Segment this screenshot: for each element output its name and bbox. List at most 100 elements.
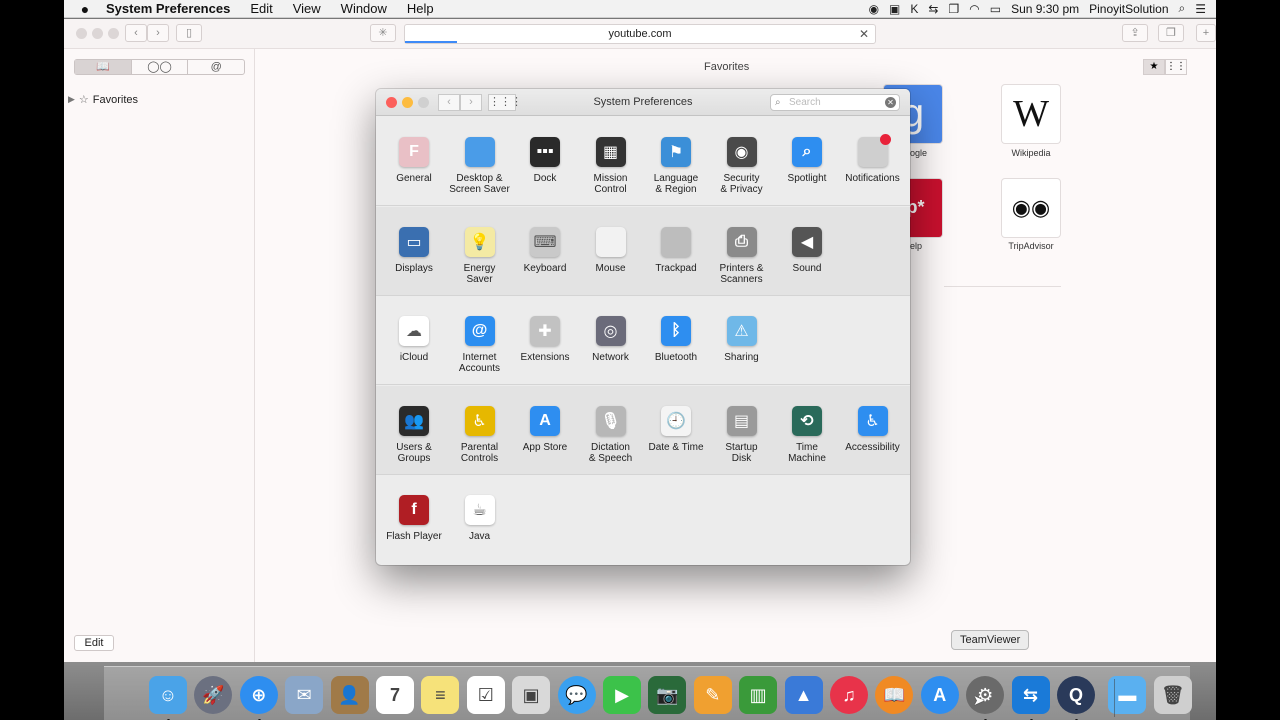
pref-pane-label: Bluetooth: [654, 352, 698, 364]
pref-pane-users-groups[interactable]: 👥 Users & Groups: [381, 386, 447, 464]
pages-icon[interactable]: ✎: [693, 676, 732, 714]
favorites-star-icon[interactable]: ★: [1143, 59, 1165, 75]
shared-links-tab-icon[interactable]: @: [188, 60, 244, 74]
zoom-window-button[interactable]: [108, 28, 119, 39]
menu-clock[interactable]: Sun 9:30 pm: [1011, 2, 1079, 16]
pref-pane-app-store[interactable]: A App Store: [512, 386, 578, 453]
apple-menu-icon[interactable]: ●: [64, 1, 106, 17]
tabs-button[interactable]: ❐: [1158, 24, 1184, 42]
itunes-icon[interactable]: ♫: [830, 676, 868, 714]
pref-pane-dictation-speech[interactable]: 🎙 Dictation & Speech: [578, 386, 644, 464]
menu-view[interactable]: View: [283, 1, 331, 16]
pref-pane-accessibility[interactable]: ♿ Accessibility: [840, 386, 906, 453]
finder-icon[interactable]: ☺: [149, 676, 187, 714]
pref-pane-desktop-screen-saver[interactable]: Desktop & Screen Saver: [447, 117, 513, 195]
back-button[interactable]: ‹: [125, 24, 147, 42]
calendar-icon[interactable]: 7: [376, 676, 414, 714]
launchpad-icon[interactable]: 🚀: [194, 676, 233, 714]
pref-pane-sound[interactable]: ◀ Sound: [774, 207, 840, 274]
pref-pane-general[interactable]: F General: [381, 117, 447, 184]
pref-pane-internet-accounts[interactable]: @ Internet Accounts: [447, 296, 513, 374]
pref-pane-parental-controls[interactable]: ♿ Parental Controls: [447, 386, 513, 464]
pref-pane-label: Security & Privacy: [720, 173, 763, 195]
preview-icon[interactable]: ▣: [512, 676, 551, 714]
bookmarks-tab-icon[interactable]: 📖: [75, 60, 132, 74]
quicktime-icon[interactable]: Q: [1057, 676, 1095, 714]
teamviewer-icon[interactable]: ⇆: [1011, 676, 1050, 714]
pref-pane-security-privacy[interactable]: ◉ Security & Privacy: [709, 117, 775, 195]
pref-pane-spotlight[interactable]: ⌕ Spotlight: [774, 117, 840, 184]
disclosure-triangle-icon[interactable]: ▶: [68, 94, 75, 105]
keynote-icon[interactable]: ▲: [784, 676, 823, 714]
pref-pane-keyboard[interactable]: ⌨ Keyboard: [512, 207, 578, 274]
messages-icon[interactable]: 💬: [557, 676, 596, 714]
app-menu[interactable]: System Preferences: [106, 1, 240, 16]
sp-search-input[interactable]: ⌕ Search ✕: [770, 94, 900, 111]
edit-button[interactable]: Edit: [74, 635, 114, 651]
close-window-button[interactable]: [76, 28, 87, 39]
pref-pane-bluetooth[interactable]: ᛒ Bluetooth: [643, 296, 709, 363]
safari-icon[interactable]: ⊕: [239, 676, 278, 714]
ibooks-icon[interactable]: 📖: [875, 676, 914, 714]
wifi-icon[interactable]: ◠: [969, 2, 979, 16]
pref-pane-time-machine[interactable]: ⟲ Time Machine: [774, 386, 840, 464]
pref-pane-java[interactable]: ☕ Java: [447, 475, 513, 542]
grid-view-icon[interactable]: ⋮⋮: [1165, 59, 1187, 75]
photo-booth-icon[interactable]: 📷: [648, 676, 687, 714]
menu-help[interactable]: Help: [397, 1, 444, 16]
mail-icon[interactable]: ✉: [285, 676, 324, 714]
favorite-tile-tripadvisor[interactable]: ◉◉: [1002, 179, 1060, 237]
pref-pane-sharing[interactable]: ⚠ Sharing: [709, 296, 775, 363]
pref-pane-label: Dictation & Speech: [588, 441, 633, 464]
display-icon: ▭: [399, 226, 429, 257]
address-bar[interactable]: youtube.com ✕: [404, 24, 876, 44]
clear-search-icon[interactable]: ✕: [885, 97, 896, 108]
share-button[interactable]: ⇪: [1122, 24, 1148, 42]
pref-pane-printers-scanners[interactable]: ⎙ Printers & Scanners: [709, 207, 775, 285]
pref-pane-icloud[interactable]: ☁ iCloud: [381, 296, 447, 363]
sidebar-toggle-button[interactable]: ▯: [176, 24, 202, 42]
pref-pane-network[interactable]: ◎ Network: [578, 296, 644, 363]
pref-pane-language-region[interactable]: ⚑ Language & Region: [643, 117, 709, 195]
facetime-icon[interactable]: ▶: [603, 676, 641, 714]
favorite-tile-wikipedia[interactable]: W: [1002, 85, 1060, 143]
record-icon[interactable]: ◉: [869, 2, 879, 16]
pref-pane-extensions[interactable]: ✚ Extensions: [512, 296, 578, 363]
stop-loading-icon[interactable]: ✕: [859, 25, 869, 43]
new-tab-button[interactable]: +: [1196, 24, 1216, 42]
pref-pane-dock[interactable]: ▪▪▪ Dock: [512, 117, 578, 184]
pref-pane-flash-player[interactable]: f Flash Player: [381, 475, 447, 542]
pref-pane-date-time[interactable]: 🕘 Date & Time: [643, 386, 709, 453]
spotlight-menu-icon[interactable]: ⌕: [1179, 1, 1186, 16]
dock-area: ☺ 🚀 ⊕ ✉ 👤 7 ≡ ☑ ▣ 💬 ▶ 📷 ✎ ▥ ▲ ♫ 📖 A ⚙ ⇆ Q ▬ 🗑: [64, 662, 1216, 720]
system-preferences-dock-icon[interactable]: ⚙: [966, 676, 1005, 714]
pref-pane-mission-control[interactable]: ▦ Mission Control: [578, 117, 644, 195]
app-store-dock-icon[interactable]: A: [920, 676, 959, 714]
contacts-icon[interactable]: 👤: [330, 676, 369, 714]
menu-edit[interactable]: Edit: [240, 1, 282, 16]
mirroring-icon[interactable]: ❐: [948, 2, 959, 16]
minimize-window-button[interactable]: [92, 28, 103, 39]
pref-pane-energy-saver[interactable]: 💡 Energy Saver: [447, 207, 513, 285]
trash-icon[interactable]: 🗑: [1153, 676, 1192, 714]
battery-icon[interactable]: ▭: [990, 2, 1001, 16]
menu-user[interactable]: PinoyitSolution: [1089, 2, 1168, 16]
extensions-button[interactable]: ✳: [370, 24, 396, 42]
pref-pane-startup-disk[interactable]: ▤ Startup Disk: [709, 386, 775, 464]
sidebar-item-favorites[interactable]: ▶ ☆ Favorites: [68, 93, 138, 107]
forward-button[interactable]: ›: [147, 24, 169, 42]
menu-window[interactable]: Window: [331, 1, 397, 16]
reading-list-tab-icon[interactable]: ◯◯: [132, 60, 189, 74]
pref-pane-mouse[interactable]: Mouse: [578, 207, 644, 274]
search-icon: ⌕: [775, 97, 781, 108]
kaspersky-icon[interactable]: K: [910, 2, 918, 16]
notification-center-icon[interactable]: ☰: [1195, 2, 1206, 16]
numbers-icon[interactable]: ▥: [739, 676, 778, 714]
notes-icon[interactable]: ≡: [421, 676, 460, 714]
reminders-icon[interactable]: ☑: [466, 676, 505, 714]
status-app-icon[interactable]: ▣: [889, 2, 900, 16]
pref-pane-trackpad[interactable]: Trackpad: [643, 207, 709, 274]
pref-pane-notifications[interactable]: Notifications: [840, 117, 906, 184]
pref-pane-displays[interactable]: ▭ Displays: [381, 207, 447, 274]
teamviewer-status-icon[interactable]: ⇆: [928, 2, 938, 16]
